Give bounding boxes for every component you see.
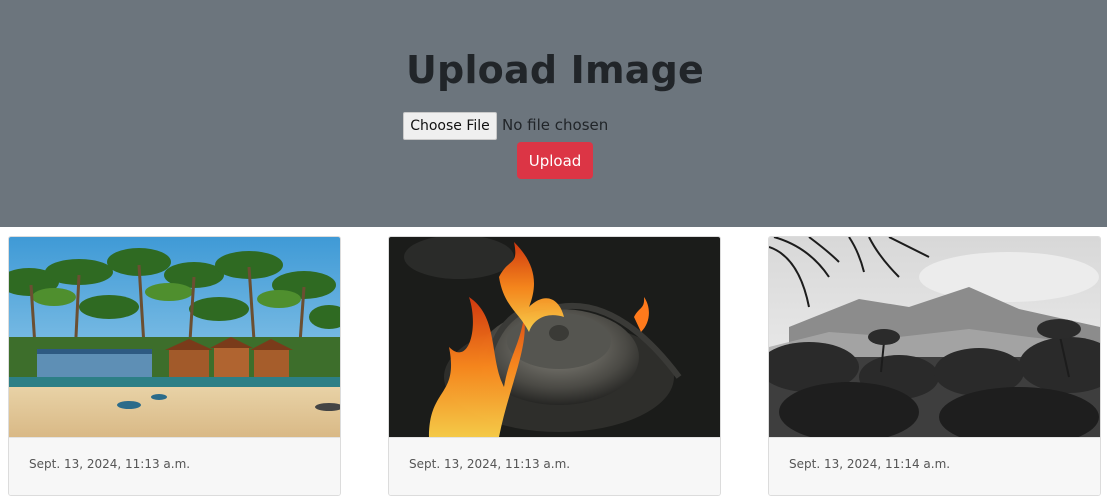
upload-date: Sept. 13, 2024, 11:13 a.m. [29, 457, 191, 471]
upload-date: Sept. 13, 2024, 11:14 a.m. [789, 457, 951, 471]
page-title: Upload Image [405, 48, 704, 92]
beach-huts-photo[interactable] [9, 237, 340, 437]
upload-button[interactable]: Upload [517, 142, 593, 179]
upload-hero: Upload Image Choose File No file chosen … [0, 0, 1107, 227]
upload-date: Sept. 13, 2024, 11:13 a.m. [409, 457, 571, 471]
card-footer: Sept. 13, 2024, 11:14 a.m. [769, 437, 1100, 495]
gallery-card: Sept. 13, 2024, 11:13 a.m. [8, 236, 341, 496]
card-footer: Sept. 13, 2024, 11:13 a.m. [9, 437, 340, 495]
choose-file-button[interactable]: Choose File [403, 112, 497, 140]
gallery-card: Sept. 13, 2024, 11:13 a.m. [388, 236, 721, 496]
gallery-card: Sept. 13, 2024, 11:14 a.m. [768, 236, 1101, 496]
card-footer: Sept. 13, 2024, 11:13 a.m. [389, 437, 720, 495]
mountain-palms-photo[interactable] [769, 237, 1100, 437]
file-status-text: No file chosen [502, 116, 609, 134]
kettle-fire-photo[interactable] [389, 237, 720, 437]
